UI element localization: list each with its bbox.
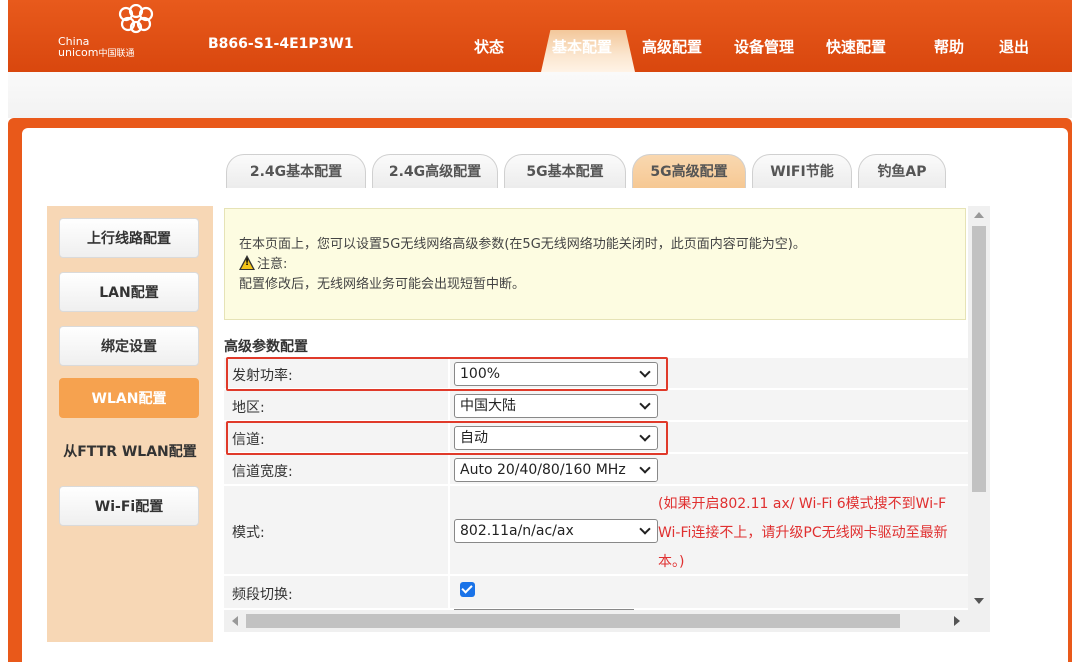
mode-note-line1: (如果开启802.11 ax/ Wi-Fi 6模式搜不到Wi-F	[658, 496, 947, 512]
tab-rogue-ap[interactable]: 钓鱼AP	[858, 154, 946, 188]
info-interruption-note: 配置修改后，无线网络业务可能会出现短暂中断。	[239, 277, 526, 292]
form-row-band-steering: 频段切换:	[224, 576, 968, 610]
bandwidth-select[interactable]: Auto 20/40/80/160 MHz	[454, 458, 658, 482]
warning-icon	[239, 255, 255, 270]
nav-status[interactable]: 状态	[474, 36, 504, 57]
section-title: 高级参数配置	[224, 339, 308, 355]
scroll-down-icon[interactable]	[974, 598, 984, 604]
mode-warning-note: (如果开启802.11 ax/ Wi-Fi 6模式搜不到Wi-F Wi-Fi连接…	[658, 490, 968, 577]
tx-power-value: 100%	[460, 366, 501, 382]
mode-note-line2: Wi-Fi连接不上，请升级PC无线网卡驱动至最新	[658, 525, 948, 541]
bandwidth-label: 信道宽度:	[232, 464, 293, 480]
form-row-channel: 信道: 自动	[224, 422, 968, 454]
sidebar-item-fttr-wlan[interactable]: 从FTTR WLAN配置	[47, 432, 213, 472]
mode-note-line3: 本。)	[658, 554, 685, 570]
form-row-tx-power: 发射功率: 100%	[224, 358, 968, 390]
chevron-down-icon	[639, 398, 651, 410]
left-sidebar: 上行线路配置 LAN配置 绑定设置 WLAN配置 从FTTR WLAN配置 Wi…	[47, 206, 213, 642]
vertical-scrollbar[interactable]	[968, 206, 990, 610]
form-row-region: 地区: 中国大陆	[224, 390, 968, 422]
form-row-bandwidth: 信道宽度: Auto 20/40/80/160 MHz	[224, 454, 968, 486]
region-label: 地区:	[232, 400, 265, 416]
chevron-down-icon	[639, 366, 651, 378]
band-steering-label: 频段切换:	[232, 587, 293, 603]
tx-power-select[interactable]: 100%	[454, 362, 658, 386]
tab-wifi-power-saving[interactable]: WIFI节能	[752, 154, 852, 188]
notice-label: 注意:	[257, 257, 288, 272]
sidebar-item-wifi[interactable]: Wi-Fi配置	[59, 486, 199, 526]
top-navigation: 状态 基本配置 高级配置 设备管理 快速配置 帮助 退出	[8, 0, 1072, 72]
sidebar-item-lan[interactable]: LAN配置	[59, 272, 199, 312]
nav-logout[interactable]: 退出	[999, 36, 1029, 57]
info-description: 在本页面上，您可以设置5G无线网络高级参数(在5G无线网络功能关闭时，此页面内容…	[239, 237, 806, 252]
column-divider	[448, 358, 450, 388]
chevron-down-icon	[639, 523, 651, 535]
nav-quick-config[interactable]: 快速配置	[826, 36, 886, 57]
horizontal-scroll-thumb[interactable]	[246, 614, 900, 628]
band-steering-checkbox[interactable]	[460, 582, 475, 597]
column-divider	[448, 486, 450, 574]
content-panel: 在本页面上，您可以设置5G无线网络高级参数(在5G无线网络功能关闭时，此页面内容…	[224, 206, 968, 632]
top-header: China unicom中国联通 B866-S1-4E1P3W1 状态 基本配置…	[8, 0, 1072, 72]
mode-select[interactable]: 802.11a/n/ac/ax	[454, 519, 658, 543]
nav-device-management[interactable]: 设备管理	[734, 36, 794, 57]
nav-advanced-config[interactable]: 高级配置	[642, 36, 702, 57]
sidebar-item-binding[interactable]: 绑定设置	[59, 326, 199, 366]
tab-5g-basic[interactable]: 5G基本配置	[504, 154, 626, 188]
tab-24g-basic[interactable]: 2.4G基本配置	[226, 154, 366, 188]
info-notice: 在本页面上，您可以设置5G无线网络高级参数(在5G无线网络功能关闭时，此页面内容…	[224, 208, 966, 320]
sidebar-item-wlan[interactable]: WLAN配置	[59, 378, 199, 418]
channel-label: 信道:	[232, 432, 265, 448]
column-divider	[448, 454, 450, 484]
mode-label: 模式:	[232, 525, 265, 541]
horizontal-scrollbar[interactable]	[224, 610, 968, 632]
channel-value: 自动	[460, 430, 488, 446]
bandwidth-value: Auto 20/40/80/160 MHz	[460, 462, 626, 478]
tab-24g-advanced[interactable]: 2.4G高级配置	[372, 154, 498, 188]
scroll-right-icon[interactable]	[954, 616, 960, 626]
nav-help[interactable]: 帮助	[934, 36, 964, 57]
chevron-down-icon	[639, 430, 651, 442]
region-value: 中国大陆	[460, 398, 516, 414]
nav-basic-config[interactable]: 基本配置	[552, 36, 612, 57]
scrollbar-corner	[968, 610, 990, 632]
column-divider	[448, 422, 450, 452]
scroll-up-icon[interactable]	[974, 212, 984, 218]
region-select[interactable]: 中国大陆	[454, 394, 658, 418]
column-divider	[448, 390, 450, 420]
sidebar-item-uplink[interactable]: 上行线路配置	[59, 218, 199, 258]
channel-select[interactable]: 自动	[454, 426, 658, 450]
vertical-scroll-thumb[interactable]	[972, 226, 986, 492]
tab-5g-advanced[interactable]: 5G高级配置	[632, 154, 746, 188]
scroll-left-icon[interactable]	[232, 616, 238, 626]
header-spacer	[8, 72, 1072, 118]
tx-power-label: 发射功率:	[232, 368, 293, 384]
mode-value: 802.11a/n/ac/ax	[460, 523, 574, 539]
column-divider	[448, 576, 450, 608]
